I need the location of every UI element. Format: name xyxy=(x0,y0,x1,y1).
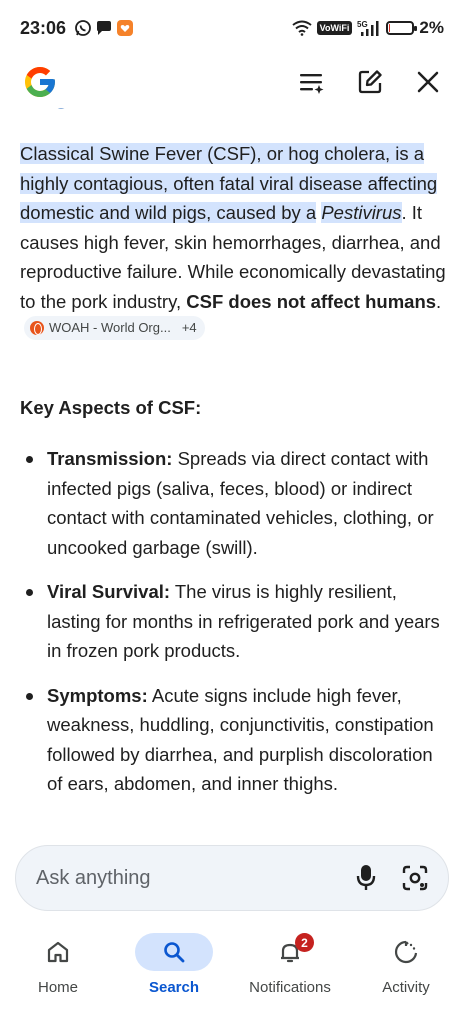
history-sparkle-icon xyxy=(300,74,324,94)
list-item: Transmission: Spreads via direct contact… xyxy=(20,444,450,562)
nav-label: Notifications xyxy=(249,979,331,996)
activity-icon xyxy=(394,940,418,964)
scrolled-source-icons xyxy=(57,108,65,109)
chat-bubble-icon xyxy=(97,21,112,35)
edit-icon xyxy=(358,70,382,94)
bullet-term: Viral Survival: xyxy=(47,581,171,602)
edit-button[interactable] xyxy=(356,68,384,96)
source-chip-count: +4 xyxy=(181,320,197,336)
ask-bar-actions xyxy=(356,864,428,892)
header-actions xyxy=(298,68,442,96)
nav-activity[interactable]: Activity xyxy=(348,925,464,1023)
wifi-icon xyxy=(292,20,312,36)
section-title: Key Aspects of CSF: xyxy=(20,397,202,418)
status-left: 23:06 xyxy=(20,18,134,39)
answer-paragraph: Classical Swine Fever (CSF), or hog chol… xyxy=(20,139,448,346)
home-icon xyxy=(47,941,69,963)
google-g-logo[interactable] xyxy=(22,64,58,100)
svg-text:5G: 5G xyxy=(357,20,368,29)
nav-home[interactable]: Home xyxy=(0,925,116,1023)
bottom-nav: Home Search 2 Notifications Activity xyxy=(0,925,464,1023)
source-chip[interactable]: WOAH - World Org... +4 xyxy=(24,316,205,340)
nav-search[interactable]: Search xyxy=(116,925,232,1023)
answer-bold-text: CSF does not affect humans xyxy=(186,290,437,312)
bullet-term: Symptoms: xyxy=(47,684,148,706)
list-item: Viral Survival: The virus is highly resi… xyxy=(20,577,450,666)
ask-input[interactable] xyxy=(36,866,356,890)
app-header xyxy=(0,56,464,108)
nav-notifications[interactable]: 2 Notifications xyxy=(232,925,348,1023)
nav-icon-wrap xyxy=(367,933,445,971)
answer-content: Classical Swine Fever (CSF), or hog chol… xyxy=(0,108,464,838)
whatsapp-icon xyxy=(75,20,91,36)
source-chip-label: WOAH - World Org... xyxy=(49,320,171,336)
ask-bar[interactable] xyxy=(15,845,449,911)
list-item: Symptoms: Acute signs include high fever… xyxy=(20,681,450,799)
lens-camera-icon[interactable] xyxy=(402,865,428,891)
nav-icon-wrap xyxy=(19,933,97,971)
battery-percent: 2% xyxy=(419,18,444,37)
search-icon xyxy=(164,942,185,963)
close-icon xyxy=(417,71,439,93)
status-right: VoWiFi 5G 2% xyxy=(292,18,444,38)
history-button[interactable] xyxy=(298,68,326,96)
answer-text-end: . xyxy=(436,290,442,312)
microphone-icon[interactable] xyxy=(356,864,376,892)
bullet-term: Transmission: xyxy=(47,448,173,469)
nav-icon-wrap xyxy=(135,933,213,971)
bullet-list: Transmission: Spreads via direct contact… xyxy=(20,444,450,814)
battery-icon xyxy=(386,21,418,35)
nav-icon-wrap: 2 xyxy=(251,933,329,971)
nav-label: Activity xyxy=(382,979,430,996)
status-notification-icons xyxy=(74,19,134,37)
app-notification-icon xyxy=(117,20,134,36)
signal-icon: 5G xyxy=(357,20,379,36)
highlighted-italic-text: Pestivirus xyxy=(321,202,402,223)
vowifi-badge: VoWiFi xyxy=(316,21,353,35)
nav-label: Home xyxy=(37,979,78,996)
nav-label: Search xyxy=(148,979,200,996)
source-logo-icon xyxy=(30,321,44,335)
status-bar: 23:06 VoWiFi 5G 2% xyxy=(0,0,464,56)
close-button[interactable] xyxy=(414,68,442,96)
notification-badge: 2 xyxy=(295,933,314,952)
status-time: 23:06 xyxy=(20,17,67,38)
